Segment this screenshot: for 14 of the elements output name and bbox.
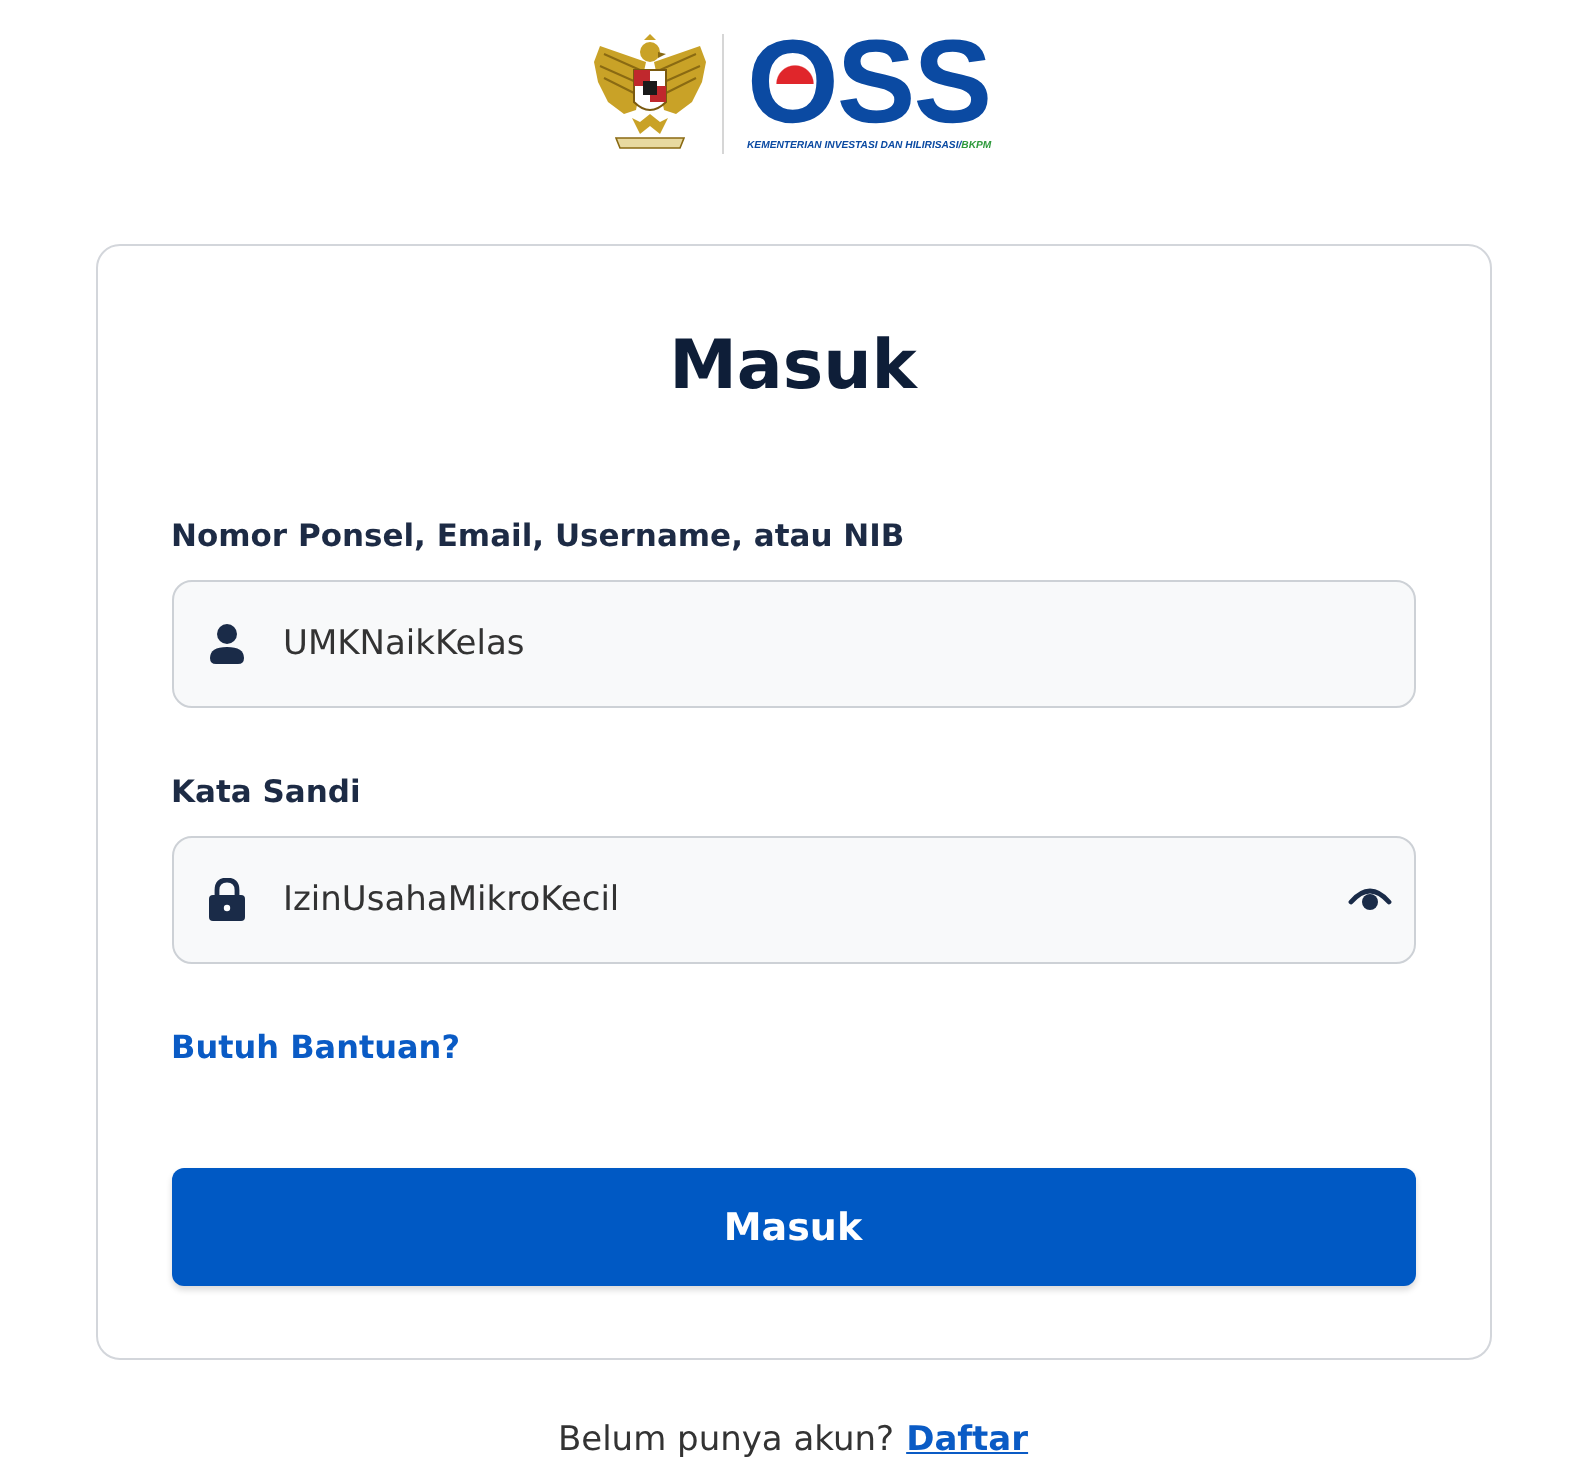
eye-icon [1347,884,1391,912]
login-button[interactable]: Masuk [171,1168,1415,1286]
signup-link[interactable]: Daftar [906,1418,1029,1462]
field-label: Kata Sandi [171,772,363,814]
password-field[interactable]: IzinUsahaMikroKecil [171,836,1415,964]
field-label: Nomor Ponsel, Email, Username, atau NIB [171,516,907,558]
lock-icon [207,878,245,922]
help-link[interactable]: Butuh Bantuan? [171,1026,460,1070]
signup-prompt: Belum punya akun? [557,1418,895,1462]
eagle-emblem-drawing [591,34,707,154]
login-title: Masuk [667,324,920,408]
username-field[interactable]: UMKNaikKelas [171,580,1415,708]
user-icon [207,622,245,666]
logo-wordmark: OSS [747,36,991,128]
